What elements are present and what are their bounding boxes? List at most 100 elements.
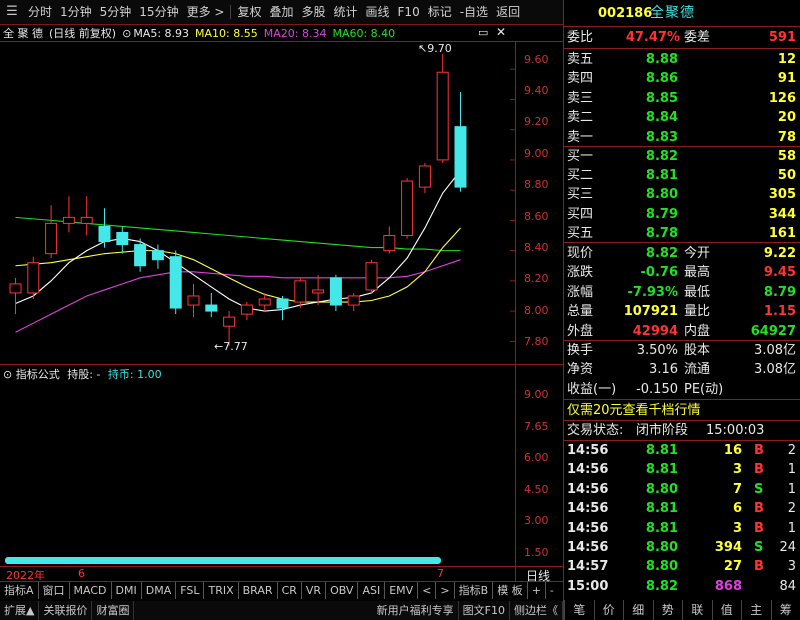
- candle-body[interactable]: [187, 295, 200, 306]
- ask-volume: 12: [777, 52, 796, 67]
- candle-body[interactable]: [116, 231, 129, 246]
- candle-body[interactable]: [454, 126, 467, 188]
- back-button[interactable]: 返回: [492, 0, 524, 24]
- stat-label: PE(动): [684, 381, 724, 397]
- candle-body[interactable]: [401, 180, 414, 237]
- candle-body[interactable]: [418, 165, 431, 188]
- adjust-button[interactable]: 复权: [233, 0, 265, 24]
- scroll-right-icon[interactable]: >: [436, 582, 455, 599]
- divider: [564, 242, 800, 243]
- price-tick: 8.00: [524, 304, 549, 317]
- window-restore-icon[interactable]: ▭: [478, 26, 488, 39]
- stat-label: 外盘: [567, 323, 594, 339]
- tab-macd[interactable]: MACD: [70, 582, 112, 599]
- tab-template[interactable]: 模 板: [493, 582, 528, 599]
- ask-level-label: 卖四: [567, 71, 594, 87]
- tab-brar[interactable]: BRAR: [239, 582, 278, 599]
- tab-fsl[interactable]: FSL: [176, 582, 205, 599]
- ask-level-label: 卖三: [567, 90, 594, 106]
- chevron-down-icon[interactable]: ⊙: [122, 27, 131, 40]
- tab-asi[interactable]: ASI: [358, 582, 386, 599]
- mark-button[interactable]: 标记: [424, 0, 456, 24]
- tab-main[interactable]: 主: [741, 600, 771, 620]
- tab-dma[interactable]: DMA: [142, 582, 177, 599]
- overlay-button[interactable]: 叠加: [265, 0, 297, 24]
- tab-obv[interactable]: OBV: [326, 582, 359, 599]
- candle-body[interactable]: [80, 216, 93, 224]
- tab-emv[interactable]: EMV: [385, 582, 419, 599]
- candle-body[interactable]: [276, 298, 289, 309]
- tab-chips[interactable]: 筹: [770, 600, 800, 620]
- candle-body[interactable]: [223, 316, 236, 327]
- tab-indicator-a[interactable]: 指标A: [0, 582, 39, 599]
- f10-graphic-button[interactable]: 图文F10: [459, 601, 510, 620]
- tick-count: 1: [787, 462, 796, 478]
- tab-cr[interactable]: CR: [278, 582, 302, 599]
- wealth-circle-button[interactable]: 财富圈: [92, 601, 135, 620]
- tab-trix[interactable]: TRIX: [204, 582, 239, 599]
- candle-body[interactable]: [98, 225, 111, 243]
- indicator-top-border: [0, 364, 563, 365]
- promo-text[interactable]: 仅需20元查看千档行情: [567, 401, 701, 420]
- close-icon[interactable]: ✕: [496, 25, 506, 39]
- candle-body[interactable]: [383, 235, 396, 252]
- promo-row[interactable]: 仅需20元查看千档行情: [564, 401, 800, 420]
- stats-button[interactable]: 统计: [330, 0, 362, 24]
- expand-button[interactable]: 扩展▲: [0, 601, 40, 620]
- tick-time: 14:56: [567, 520, 609, 536]
- candle-body[interactable]: [347, 295, 360, 306]
- candle-body[interactable]: [27, 262, 40, 294]
- scroll-left-icon[interactable]: <: [418, 582, 437, 599]
- more-periods-button[interactable]: 更多 >: [183, 0, 229, 24]
- multi-stock-button[interactable]: 多股: [297, 0, 329, 24]
- candlestick-chart[interactable]: [0, 42, 515, 364]
- candle-body[interactable]: [45, 222, 58, 255]
- candle-body[interactable]: [205, 304, 218, 312]
- tab-price[interactable]: 价: [593, 600, 624, 620]
- tab-detail[interactable]: 细: [623, 600, 653, 620]
- chevron-down-icon[interactable]: ⊙: [3, 368, 12, 381]
- chart-mode[interactable]: (日线 前复权): [49, 25, 116, 41]
- tab-dmi[interactable]: DMI: [112, 582, 142, 599]
- candle-body[interactable]: [329, 277, 342, 306]
- tab-window[interactable]: 窗口: [39, 582, 70, 599]
- remove-watchlist-button[interactable]: -自选: [456, 0, 492, 24]
- bid-level-label: 买四: [567, 206, 594, 222]
- tab-linked[interactable]: 联: [682, 600, 712, 620]
- candle-body[interactable]: [134, 244, 147, 267]
- tab-15min[interactable]: 15分钟: [135, 0, 182, 24]
- tab-intraday[interactable]: 分时: [24, 0, 56, 24]
- candle-body[interactable]: [240, 304, 253, 315]
- remove-button[interactable]: -: [546, 582, 558, 599]
- candle-body[interactable]: [294, 280, 307, 303]
- candle-body[interactable]: [9, 283, 22, 294]
- tab-trend[interactable]: 势: [652, 600, 683, 620]
- add-button[interactable]: +: [528, 582, 546, 599]
- indicator-tick: 1.50: [524, 546, 549, 559]
- candle-body[interactable]: [62, 216, 75, 224]
- bid-volume: 50: [777, 168, 796, 184]
- candle-body[interactable]: [151, 250, 164, 261]
- new-user-button[interactable]: 新用户福利专享: [373, 601, 459, 620]
- menu-icon[interactable]: ☰: [4, 4, 20, 20]
- candle-body[interactable]: [169, 256, 182, 309]
- draw-line-button[interactable]: 画线: [362, 0, 394, 24]
- indicator-title[interactable]: 指标公式: [16, 368, 60, 381]
- tick-price: 8.80: [645, 540, 678, 555]
- price-tick: 9.20: [524, 115, 549, 128]
- tab-5min[interactable]: 5分钟: [96, 0, 136, 24]
- bid-price: 8.82: [645, 149, 678, 164]
- candle-body[interactable]: [436, 71, 449, 161]
- sidebar-toggle-button[interactable]: 侧边栏《: [510, 601, 563, 620]
- tab-trades[interactable]: 笔: [564, 600, 594, 620]
- tab-1min[interactable]: 1分钟: [56, 0, 96, 24]
- tick-side: B: [754, 443, 764, 458]
- candle-body[interactable]: [258, 298, 271, 306]
- f10-button[interactable]: F10: [394, 0, 424, 24]
- candle-body[interactable]: [365, 262, 378, 291]
- tab-value[interactable]: 值: [711, 600, 742, 620]
- tab-indicator-b[interactable]: 指标B: [455, 582, 494, 599]
- candle-body[interactable]: [312, 289, 325, 294]
- related-quotes-button[interactable]: 关联报价: [39, 601, 93, 620]
- tab-vr[interactable]: VR: [302, 582, 327, 599]
